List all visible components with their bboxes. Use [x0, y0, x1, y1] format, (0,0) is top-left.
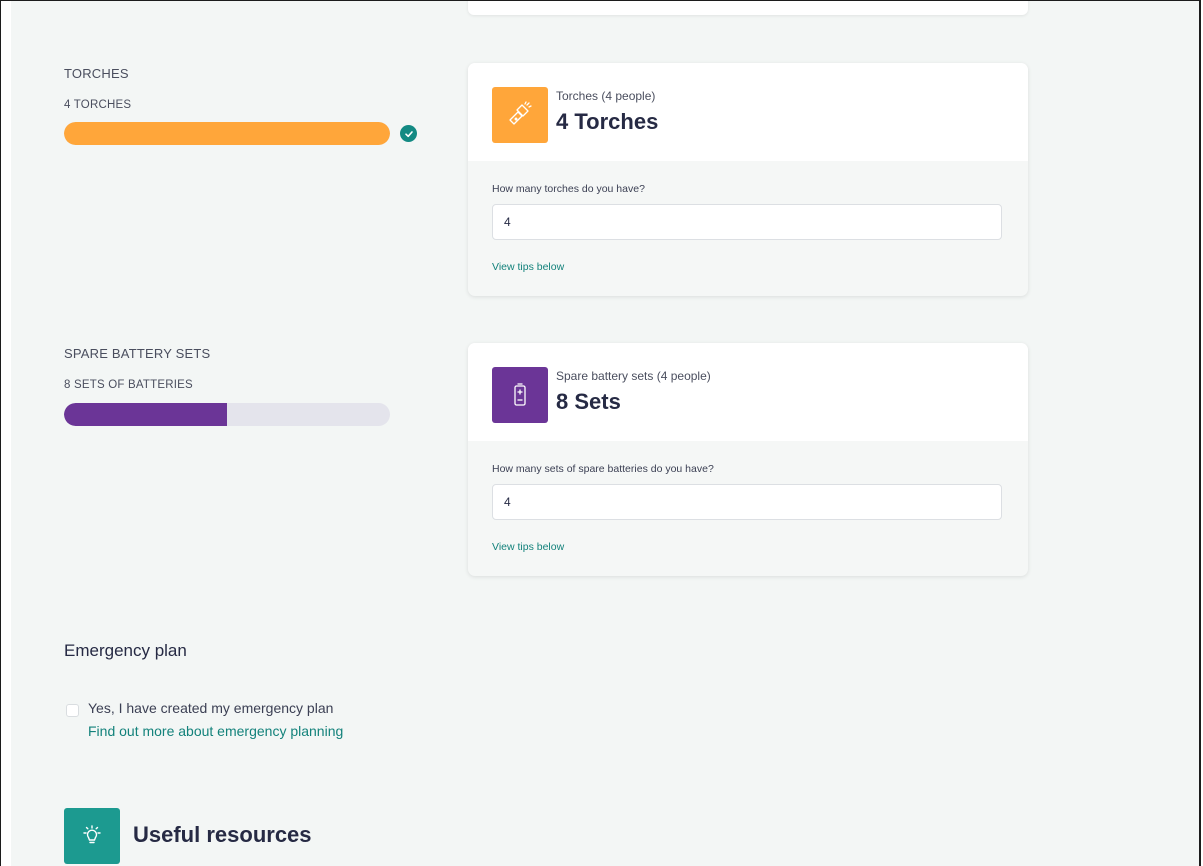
- torches-progress-bar: [64, 122, 390, 145]
- useful-resources-heading: Useful resources: [133, 822, 312, 847]
- batteries-view-tips-link[interactable]: View tips below: [492, 541, 564, 553]
- torches-count-label: 4 TORCHES: [64, 99, 132, 111]
- battery-icon: [492, 367, 548, 423]
- emergency-plan-heading: Emergency plan: [64, 641, 187, 660]
- emergency-plan-checkbox[interactable]: [66, 704, 79, 717]
- batteries-card-body: How many sets of spare batteries do you …: [468, 441, 1028, 576]
- batteries-count-label: 8 SETS OF BATTERIES: [64, 379, 193, 391]
- flashlight-icon: [492, 87, 548, 143]
- batteries-card: Spare battery sets (4 people) 8 Sets How…: [468, 343, 1028, 576]
- batteries-card-caption: Spare battery sets (4 people): [556, 369, 711, 383]
- torches-section-label: TORCHES: [64, 66, 129, 81]
- torches-view-tips-link[interactable]: View tips below: [492, 261, 564, 273]
- check-circle-icon: [400, 125, 417, 142]
- batteries-question-label: How many sets of spare batteries do you …: [492, 463, 714, 475]
- torches-question-label: How many torches do you have?: [492, 183, 645, 195]
- torches-count-input[interactable]: [492, 204, 1002, 240]
- torches-card-value: 4 Torches: [556, 109, 659, 134]
- torches-progress-fill: [64, 122, 390, 145]
- emergency-plan-checkbox-label[interactable]: Yes, I have created my emergency plan: [88, 700, 333, 716]
- batteries-progress-fill: [64, 403, 227, 426]
- torches-card-header: Torches (4 people) 4 Torches: [468, 63, 1028, 161]
- torches-card: Torches (4 people) 4 Torches How many to…: [468, 63, 1028, 296]
- torches-card-caption: Torches (4 people): [556, 89, 656, 103]
- batteries-progress-bar: [64, 403, 390, 426]
- batteries-card-value: 8 Sets: [556, 389, 621, 414]
- torches-card-body: How many torches do you have? View tips …: [468, 161, 1028, 296]
- batteries-section-label: SPARE BATTERY SETS: [64, 346, 211, 361]
- previous-card-edge: [468, 1, 1028, 15]
- page-content: TORCHES 4 TORCHES Torches (4 people) 4 T…: [11, 1, 1199, 866]
- batteries-card-header: Spare battery sets (4 people) 8 Sets: [468, 343, 1028, 441]
- batteries-count-input[interactable]: [492, 484, 1002, 520]
- emergency-planning-link[interactable]: Find out more about emergency planning: [88, 723, 343, 739]
- lightbulb-icon: [64, 808, 120, 864]
- window-frame: TORCHES 4 TORCHES Torches (4 people) 4 T…: [0, 0, 1201, 866]
